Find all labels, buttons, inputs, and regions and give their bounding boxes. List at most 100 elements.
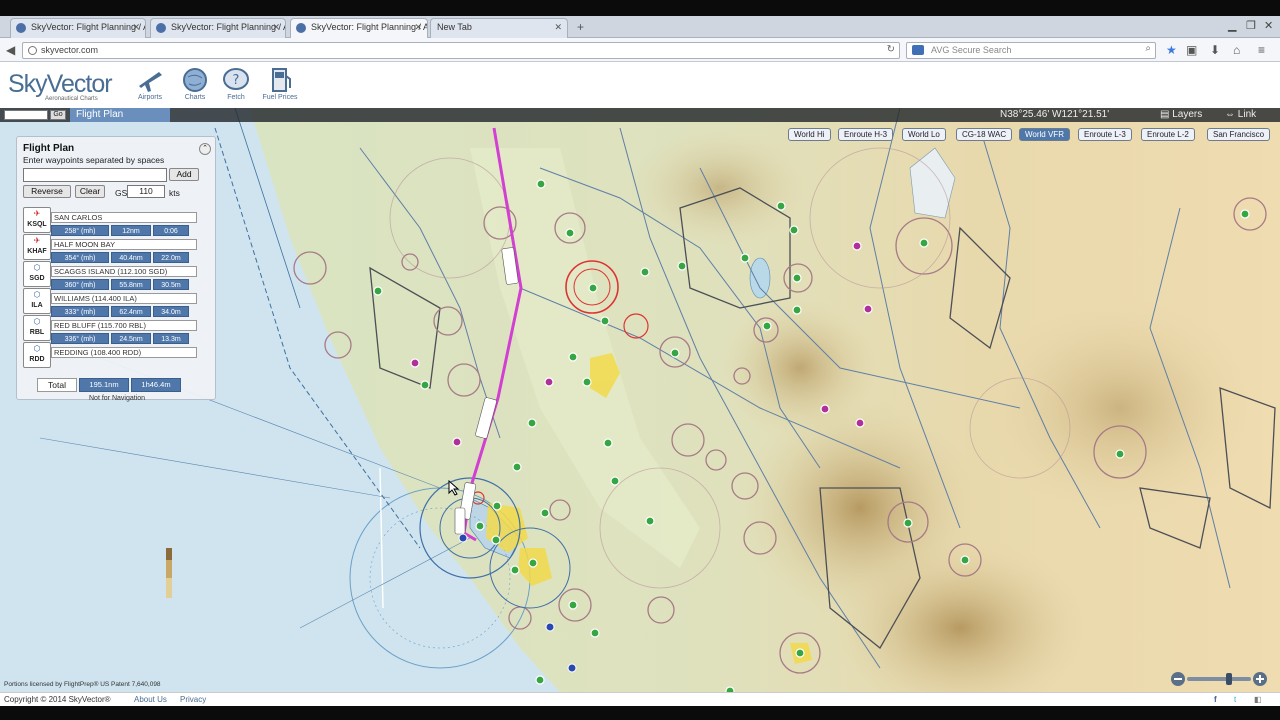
waypoint-name[interactable]: SAN CARLOS xyxy=(51,212,197,223)
screen-bottom-bar xyxy=(0,706,1280,720)
chart-btn-enroute-l3[interactable]: Enroute L-3 xyxy=(1078,128,1132,141)
zoom-control[interactable] xyxy=(1170,670,1270,688)
browser-tab-2[interactable]: SkyVector: Flight Planning / A... ✕ xyxy=(150,18,286,38)
collapse-panel-icon[interactable]: ⌃ xyxy=(199,143,211,155)
nav-label: Airports xyxy=(137,94,163,101)
reverse-button[interactable]: Reverse xyxy=(23,185,71,198)
waypoint-input[interactable] xyxy=(23,168,167,182)
close-tab-icon[interactable]: ✕ xyxy=(132,22,140,33)
question-bubble-icon: ? xyxy=(223,68,249,90)
nav-fuel-prices[interactable]: Fuel Prices xyxy=(260,66,300,101)
globe-icon xyxy=(28,46,37,55)
minimize-icon[interactable]: ▁ xyxy=(1228,19,1236,32)
tab-label: New Tab xyxy=(437,22,472,32)
skyvector-logo[interactable]: SkyVector xyxy=(8,70,113,99)
add-waypoint-button[interactable]: Add xyxy=(169,168,199,181)
leg-course: 258° (mh) xyxy=(51,225,109,236)
site-header: SkyVector Aeronautical Charts Airports C… xyxy=(0,62,1280,108)
search-icon[interactable]: ⌕ xyxy=(1145,43,1151,54)
flight-plan-panel: Flight Plan Enter waypoints separated by… xyxy=(16,136,216,402)
airport-symbol-icon: ✈ xyxy=(33,236,41,245)
waypoint-name[interactable]: HALF MOON BAY xyxy=(51,239,197,250)
chart-btn-world-vfr[interactable]: World VFR xyxy=(1019,128,1070,141)
waypoint-icon-rbl[interactable]: ⬡ RBL xyxy=(23,315,51,341)
address-bar[interactable]: skyvector.com ↻ xyxy=(22,42,900,59)
about-us-link[interactable]: About Us xyxy=(134,695,167,704)
layers-button[interactable]: ▤ Layers xyxy=(1160,109,1202,120)
leg-course: 333° (mh) xyxy=(51,306,109,317)
home-icon[interactable]: ⌂ xyxy=(1233,43,1240,57)
waypoint-id: KSQL xyxy=(27,221,47,228)
tab-label: SkyVector: Flight Planning / A... xyxy=(311,22,428,32)
aeronautical-chart-map[interactable]: Go Flight Plan N38°25.46' W121°21.51' ▤ … xyxy=(0,108,1280,692)
leg-time: 13.3m xyxy=(153,333,189,344)
chart-btn-enroute-h3[interactable]: Enroute H-3 xyxy=(838,128,894,141)
share-icon[interactable]: ◧ xyxy=(1254,695,1262,704)
map-search-input[interactable] xyxy=(4,110,48,120)
map-search-go-button[interactable]: Go xyxy=(50,110,66,120)
logo-subtitle: Aeronautical Charts xyxy=(45,96,98,102)
leg-distance: 55.8nm xyxy=(111,279,151,290)
nav-airports[interactable]: Airports xyxy=(130,66,170,101)
waypoint-id: SGD xyxy=(29,275,45,282)
waypoint-name[interactable]: RED BLUFF (115.700 RBL) xyxy=(51,320,197,331)
twitter-icon[interactable]: t xyxy=(1234,695,1236,704)
waypoint-name[interactable]: SCAGGS ISLAND (112.100 SGD) xyxy=(51,266,197,277)
bookmark-star-icon[interactable]: ★ xyxy=(1166,43,1177,57)
search-placeholder: AVG Secure Search xyxy=(931,45,1012,55)
flight-plan-tab[interactable]: Flight Plan xyxy=(70,108,170,122)
chart-btn-world-lo[interactable]: World Lo xyxy=(902,128,946,141)
link-label: Link xyxy=(1237,109,1257,120)
browser-tab-1[interactable]: SkyVector: Flight Planning / A... ✕ xyxy=(10,18,146,38)
chart-btn-san-francisco[interactable]: San Francisco xyxy=(1207,128,1271,141)
vor-symbol-icon: ⬡ xyxy=(33,344,41,353)
leg-time: 34.0m xyxy=(153,306,189,317)
ground-speed-input[interactable]: 110 xyxy=(127,185,165,198)
leg-time: 0:06 xyxy=(153,225,189,236)
chart-btn-world-hi[interactable]: World Hi xyxy=(788,128,831,141)
browser-nav-bar: ◀ skyvector.com ↻ AVG Secure Search ⌕ ★ … xyxy=(0,38,1280,62)
waypoint-icon-khaf[interactable]: ✈ KHAF xyxy=(23,234,51,260)
facebook-icon[interactable]: f xyxy=(1214,695,1217,704)
browser-tab-new[interactable]: New Tab ✕ xyxy=(430,18,568,38)
waypoint-icon-ila[interactable]: ⬡ ILA xyxy=(23,288,51,314)
waypoint-icon-ksql[interactable]: ✈ KSQL xyxy=(23,207,51,233)
waypoint-name[interactable]: REDDING (108.400 RDD) xyxy=(51,347,197,358)
close-tab-icon[interactable]: ✕ xyxy=(414,22,422,33)
leg-course: 336° (mh) xyxy=(51,333,109,344)
close-tab-icon[interactable]: ✕ xyxy=(272,22,280,33)
airport-symbol-icon: ✈ xyxy=(33,209,41,218)
nav-label: Charts xyxy=(184,94,206,101)
new-tab-plus-icon[interactable]: + xyxy=(577,20,584,34)
download-icon[interactable]: ⬇ xyxy=(1210,43,1220,57)
search-engine-icon xyxy=(912,45,924,55)
nav-fetch[interactable]: ? Fetch xyxy=(216,66,256,101)
url-text: skyvector.com xyxy=(41,45,99,55)
menu-icon[interactable]: ≡ xyxy=(1258,43,1265,57)
privacy-link[interactable]: Privacy xyxy=(180,695,206,704)
restore-icon[interactable]: ❐ xyxy=(1246,19,1256,32)
window-close-icon[interactable]: ✕ xyxy=(1264,19,1273,32)
flight-plan-instructions: Enter waypoints separated by spaces xyxy=(23,155,165,165)
waypoint-icon-sgd[interactable]: ⬡ SGD xyxy=(23,261,51,287)
waypoint-icon-rdd[interactable]: ⬡ RDD xyxy=(23,342,51,368)
link-button[interactable]: ⇔ Link xyxy=(1225,109,1256,120)
chart-btn-cg18-wac[interactable]: CG-18 WAC xyxy=(956,128,1013,141)
back-arrow-icon[interactable]: ◀ xyxy=(6,43,15,57)
nav-charts[interactable]: Charts xyxy=(175,66,215,101)
clear-button[interactable]: Clear xyxy=(75,185,105,198)
browser-tab-3-active[interactable]: SkyVector: Flight Planning / A... ✕ xyxy=(290,18,428,38)
flight-plan-title: Flight Plan xyxy=(23,143,75,154)
waypoint-name[interactable]: WILLIAMS (114.400 ILA) xyxy=(51,293,197,304)
waypoint-id: RBL xyxy=(29,329,45,336)
skyvector-favicon-icon xyxy=(16,23,26,33)
close-tab-icon[interactable]: ✕ xyxy=(554,22,562,33)
search-bar[interactable]: AVG Secure Search ⌕ xyxy=(906,42,1156,59)
bookmarks-list-icon[interactable]: ▣ xyxy=(1186,43,1197,57)
total-distance: 195.1nm xyxy=(79,378,129,392)
total-label: Total xyxy=(37,378,77,392)
chart-btn-enroute-l2[interactable]: Enroute L-2 xyxy=(1141,128,1195,141)
reload-icon[interactable]: ↻ xyxy=(887,44,895,55)
globe-icon xyxy=(183,68,207,92)
zoom-slider-handle[interactable] xyxy=(1226,673,1232,685)
